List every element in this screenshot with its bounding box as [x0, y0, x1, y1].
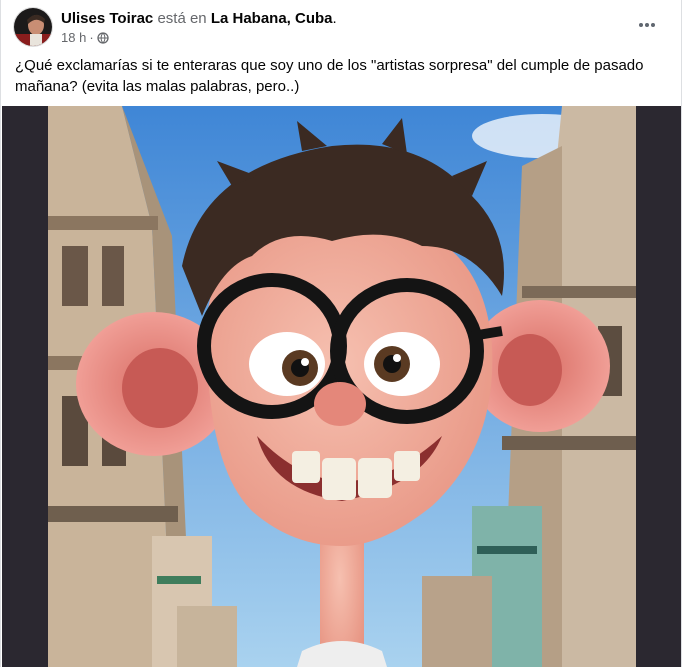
location-link[interactable]: La Habana, Cuba — [211, 10, 333, 27]
post-image[interactable] — [2, 106, 681, 667]
author-name[interactable]: Ulises Toirac — [61, 10, 153, 27]
cartoon-illustration — [2, 106, 681, 667]
separator-dot: · — [89, 30, 94, 45]
post-header: Ulises Toirac está en La Habana, Cuba. 1… — [13, 7, 669, 47]
connector-text: está en — [157, 10, 207, 27]
location-suffix: . — [332, 10, 337, 27]
avatar-image — [14, 8, 52, 46]
more-dots-icon[interactable] — [635, 13, 659, 37]
post-time[interactable]: 18 h — [61, 29, 86, 47]
post-subline: 18 h · — [61, 29, 337, 47]
facebook-post: Ulises Toirac está en La Habana, Cuba. 1… — [0, 0, 682, 667]
globe-icon[interactable] — [97, 32, 109, 44]
author-avatar[interactable] — [13, 7, 53, 47]
post-title-line: Ulises Toirac está en La Habana, Cuba. — [61, 9, 337, 28]
post-text: ¿Qué exclamarías si te enteraras que soy… — [15, 57, 644, 95]
post-meta: Ulises Toirac está en La Habana, Cuba. 1… — [61, 9, 337, 47]
